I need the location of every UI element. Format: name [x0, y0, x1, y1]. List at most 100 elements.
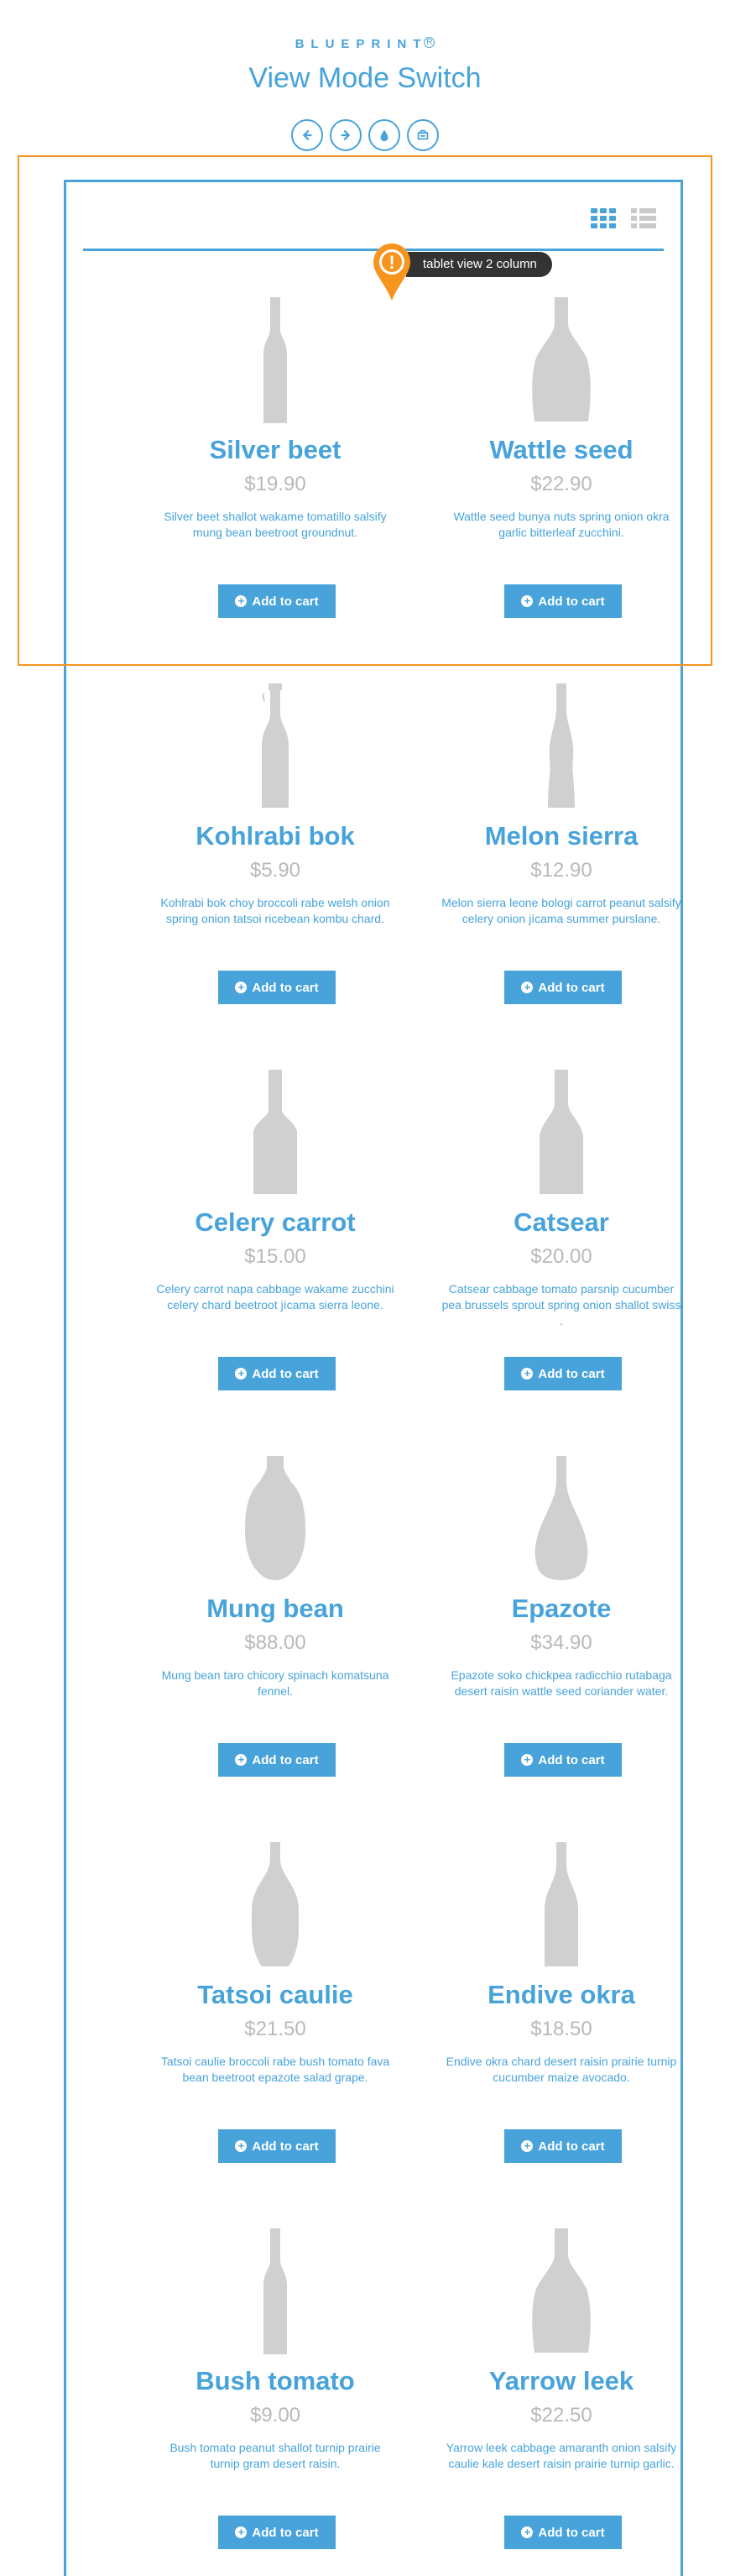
plus-icon: +	[235, 1368, 248, 1380]
add-to-cart-button[interactable]: + Add to cart	[218, 2129, 336, 2163]
product-name[interactable]: Epazote	[419, 1592, 704, 1626]
plus-icon: +	[521, 2526, 534, 2538]
product-card: Catsear $20.00 Catsear cabbage tomato pars…	[419, 1070, 704, 1406]
add-to-cart-label: Add to cart	[252, 1752, 319, 1767]
plus-icon: +	[235, 595, 248, 607]
plus-icon: +	[521, 1754, 534, 1766]
product-description: Bush tomato peanut shallot turnip prairi…	[169, 2441, 381, 2470]
archive-icon[interactable]	[407, 119, 439, 151]
plus-icon: +	[235, 982, 248, 993]
bottle-image	[262, 683, 289, 808]
brand-logo[interactable]: BLUEPRINTR	[0, 37, 730, 51]
product-description: Tatsoi caulie broccoli rabe bush tomato …	[160, 2055, 390, 2084]
plus-icon: +	[521, 982, 534, 993]
product-price: $88.00	[244, 1631, 306, 1654]
bottle-image	[545, 1842, 578, 1966]
bottle-image	[263, 297, 287, 423]
product-card: Mung bean $88.00 Mung bean taro chicory sp…	[133, 1456, 418, 1792]
product-card: Wattle seed $22.90 Wattle seed bunya nuts …	[419, 297, 704, 633]
product-price: $22.90	[530, 473, 592, 495]
product-name[interactable]: Wattle seed	[419, 433, 704, 467]
product-description: Epazote soko chickpea radicchio rutabaga…	[451, 1668, 672, 1698]
add-to-cart-button[interactable]: + Add to cart	[218, 971, 336, 1004]
bottle-image	[540, 1070, 583, 1194]
bottle-image	[253, 1070, 297, 1194]
product-card: Bush tomato $9.00 Bush tomato peanut shall…	[133, 2228, 418, 2564]
product-card: Epazote $34.90 Epazote soko chickpea radic…	[419, 1456, 704, 1792]
plus-icon: +	[521, 1368, 534, 1380]
product-price: $9.00	[249, 2404, 301, 2427]
plus-icon: +	[521, 2140, 534, 2152]
add-to-cart-label: Add to cart	[252, 594, 319, 609]
add-to-cart-label: Add to cart	[538, 980, 605, 995]
registered-mark: R	[424, 37, 435, 48]
plus-icon: +	[235, 1754, 248, 1766]
product-description: Catsear cabbage tomato parsnip cucumber …	[441, 1282, 681, 1327]
bottle-image	[548, 683, 575, 808]
product-name[interactable]: Endive okra	[419, 1978, 704, 2012]
arrow-right-icon[interactable]	[330, 119, 362, 151]
bottle-image	[252, 1842, 299, 1966]
product-description: Mung bean taro chicory spinach komatsuna…	[161, 1668, 389, 1698]
product-price: $15.00	[244, 1245, 306, 1268]
add-to-cart-button[interactable]: + Add to cart	[504, 1743, 622, 1777]
product-description: Yarrow leek cabbage amaranth onion salsi…	[446, 2441, 677, 2470]
product-price: $20.00	[530, 1245, 592, 1268]
product-price: $19.90	[244, 473, 306, 495]
product-name[interactable]: Silver beet	[133, 433, 418, 467]
arrow-left-icon[interactable]	[291, 119, 323, 151]
demo-nav	[0, 119, 730, 151]
tooltip-label: tablet view 2 column	[406, 252, 552, 277]
add-to-cart-button[interactable]: + Add to cart	[218, 1743, 336, 1777]
add-to-cart-button[interactable]: + Add to cart	[504, 2516, 622, 2549]
product-name[interactable]: Tatsoi caulie	[133, 1978, 418, 2012]
add-to-cart-button[interactable]: + Add to cart	[504, 2129, 622, 2163]
plus-icon: +	[521, 595, 534, 607]
add-to-cart-button[interactable]: + Add to cart	[218, 584, 336, 618]
page-title: View Mode Switch	[248, 62, 482, 94]
product-description: Endive okra chard desert raisin prairie …	[446, 2055, 677, 2084]
product-name[interactable]: Celery carrot	[133, 1206, 418, 1239]
product-card: Tatsoi caulie $21.50 Tatsoi caulie broccol…	[133, 1842, 418, 2178]
product-card: Celery carrot $15.00 Celery carrot napa ca…	[133, 1070, 418, 1406]
plus-icon: +	[235, 2526, 248, 2538]
product-card: Kohlrabi bok $5.90 Kohlrabi bok choy brocc…	[133, 683, 418, 1019]
add-to-cart-label: Add to cart	[252, 2525, 319, 2540]
product-price: $18.50	[530, 2018, 592, 2040]
add-to-cart-button[interactable]: + Add to cart	[218, 1357, 336, 1390]
add-to-cart-label: Add to cart	[538, 2525, 605, 2540]
add-to-cart-label: Add to cart	[538, 594, 605, 609]
product-price: $34.90	[530, 1631, 592, 1654]
add-to-cart-label: Add to cart	[252, 1366, 319, 1381]
add-to-cart-button[interactable]: + Add to cart	[504, 584, 622, 618]
product-name[interactable]: Mung bean	[133, 1592, 418, 1626]
drop-icon[interactable]	[368, 119, 400, 151]
product-price: $12.90	[530, 859, 592, 882]
product-price: $21.50	[244, 2018, 306, 2040]
product-card: Endive okra $18.50 Endive okra chard deser…	[419, 1842, 704, 2178]
add-to-cart-button[interactable]: + Add to cart	[504, 1357, 622, 1390]
product-description: Melon sierra leone bologi carrot peanut …	[441, 896, 681, 925]
product-price: $5.90	[249, 859, 301, 882]
bottle-image	[532, 2228, 591, 2353]
bottle-image	[532, 297, 591, 421]
product-description: Silver beet shallot wakame tomatillo sal…	[164, 510, 387, 539]
product-card: Melon sierra $12.90 Melon sierra leone bol…	[419, 683, 704, 1019]
product-description: Kohlrabi bok choy broccoli rabe welsh on…	[160, 896, 390, 925]
add-to-cart-label: Add to cart	[252, 980, 319, 995]
product-description: Celery carrot napa cabbage wakame zucchi…	[156, 1282, 394, 1312]
product-name[interactable]: Yarrow leek	[419, 2364, 704, 2398]
product-name[interactable]: Kohlrabi bok	[133, 819, 418, 853]
add-to-cart-label: Add to cart	[538, 2139, 605, 2154]
bottle-image	[534, 1456, 588, 1580]
brand-name: BLUEPRINT	[295, 37, 428, 51]
product-card: Silver beet $19.90 Silver beet shallot wak…	[133, 297, 418, 633]
product-name[interactable]: Catsear	[419, 1206, 704, 1239]
bottle-image	[245, 1456, 305, 1580]
product-name[interactable]: Melon sierra	[419, 819, 704, 853]
add-to-cart-button[interactable]: + Add to cart	[504, 971, 622, 1004]
add-to-cart-button[interactable]: + Add to cart	[218, 2516, 336, 2549]
product-card: Yarrow leek $22.50 Yarrow leek cabbage ama…	[419, 2228, 704, 2564]
product-name[interactable]: Bush tomato	[133, 2364, 418, 2398]
add-to-cart-label: Add to cart	[538, 1366, 605, 1381]
